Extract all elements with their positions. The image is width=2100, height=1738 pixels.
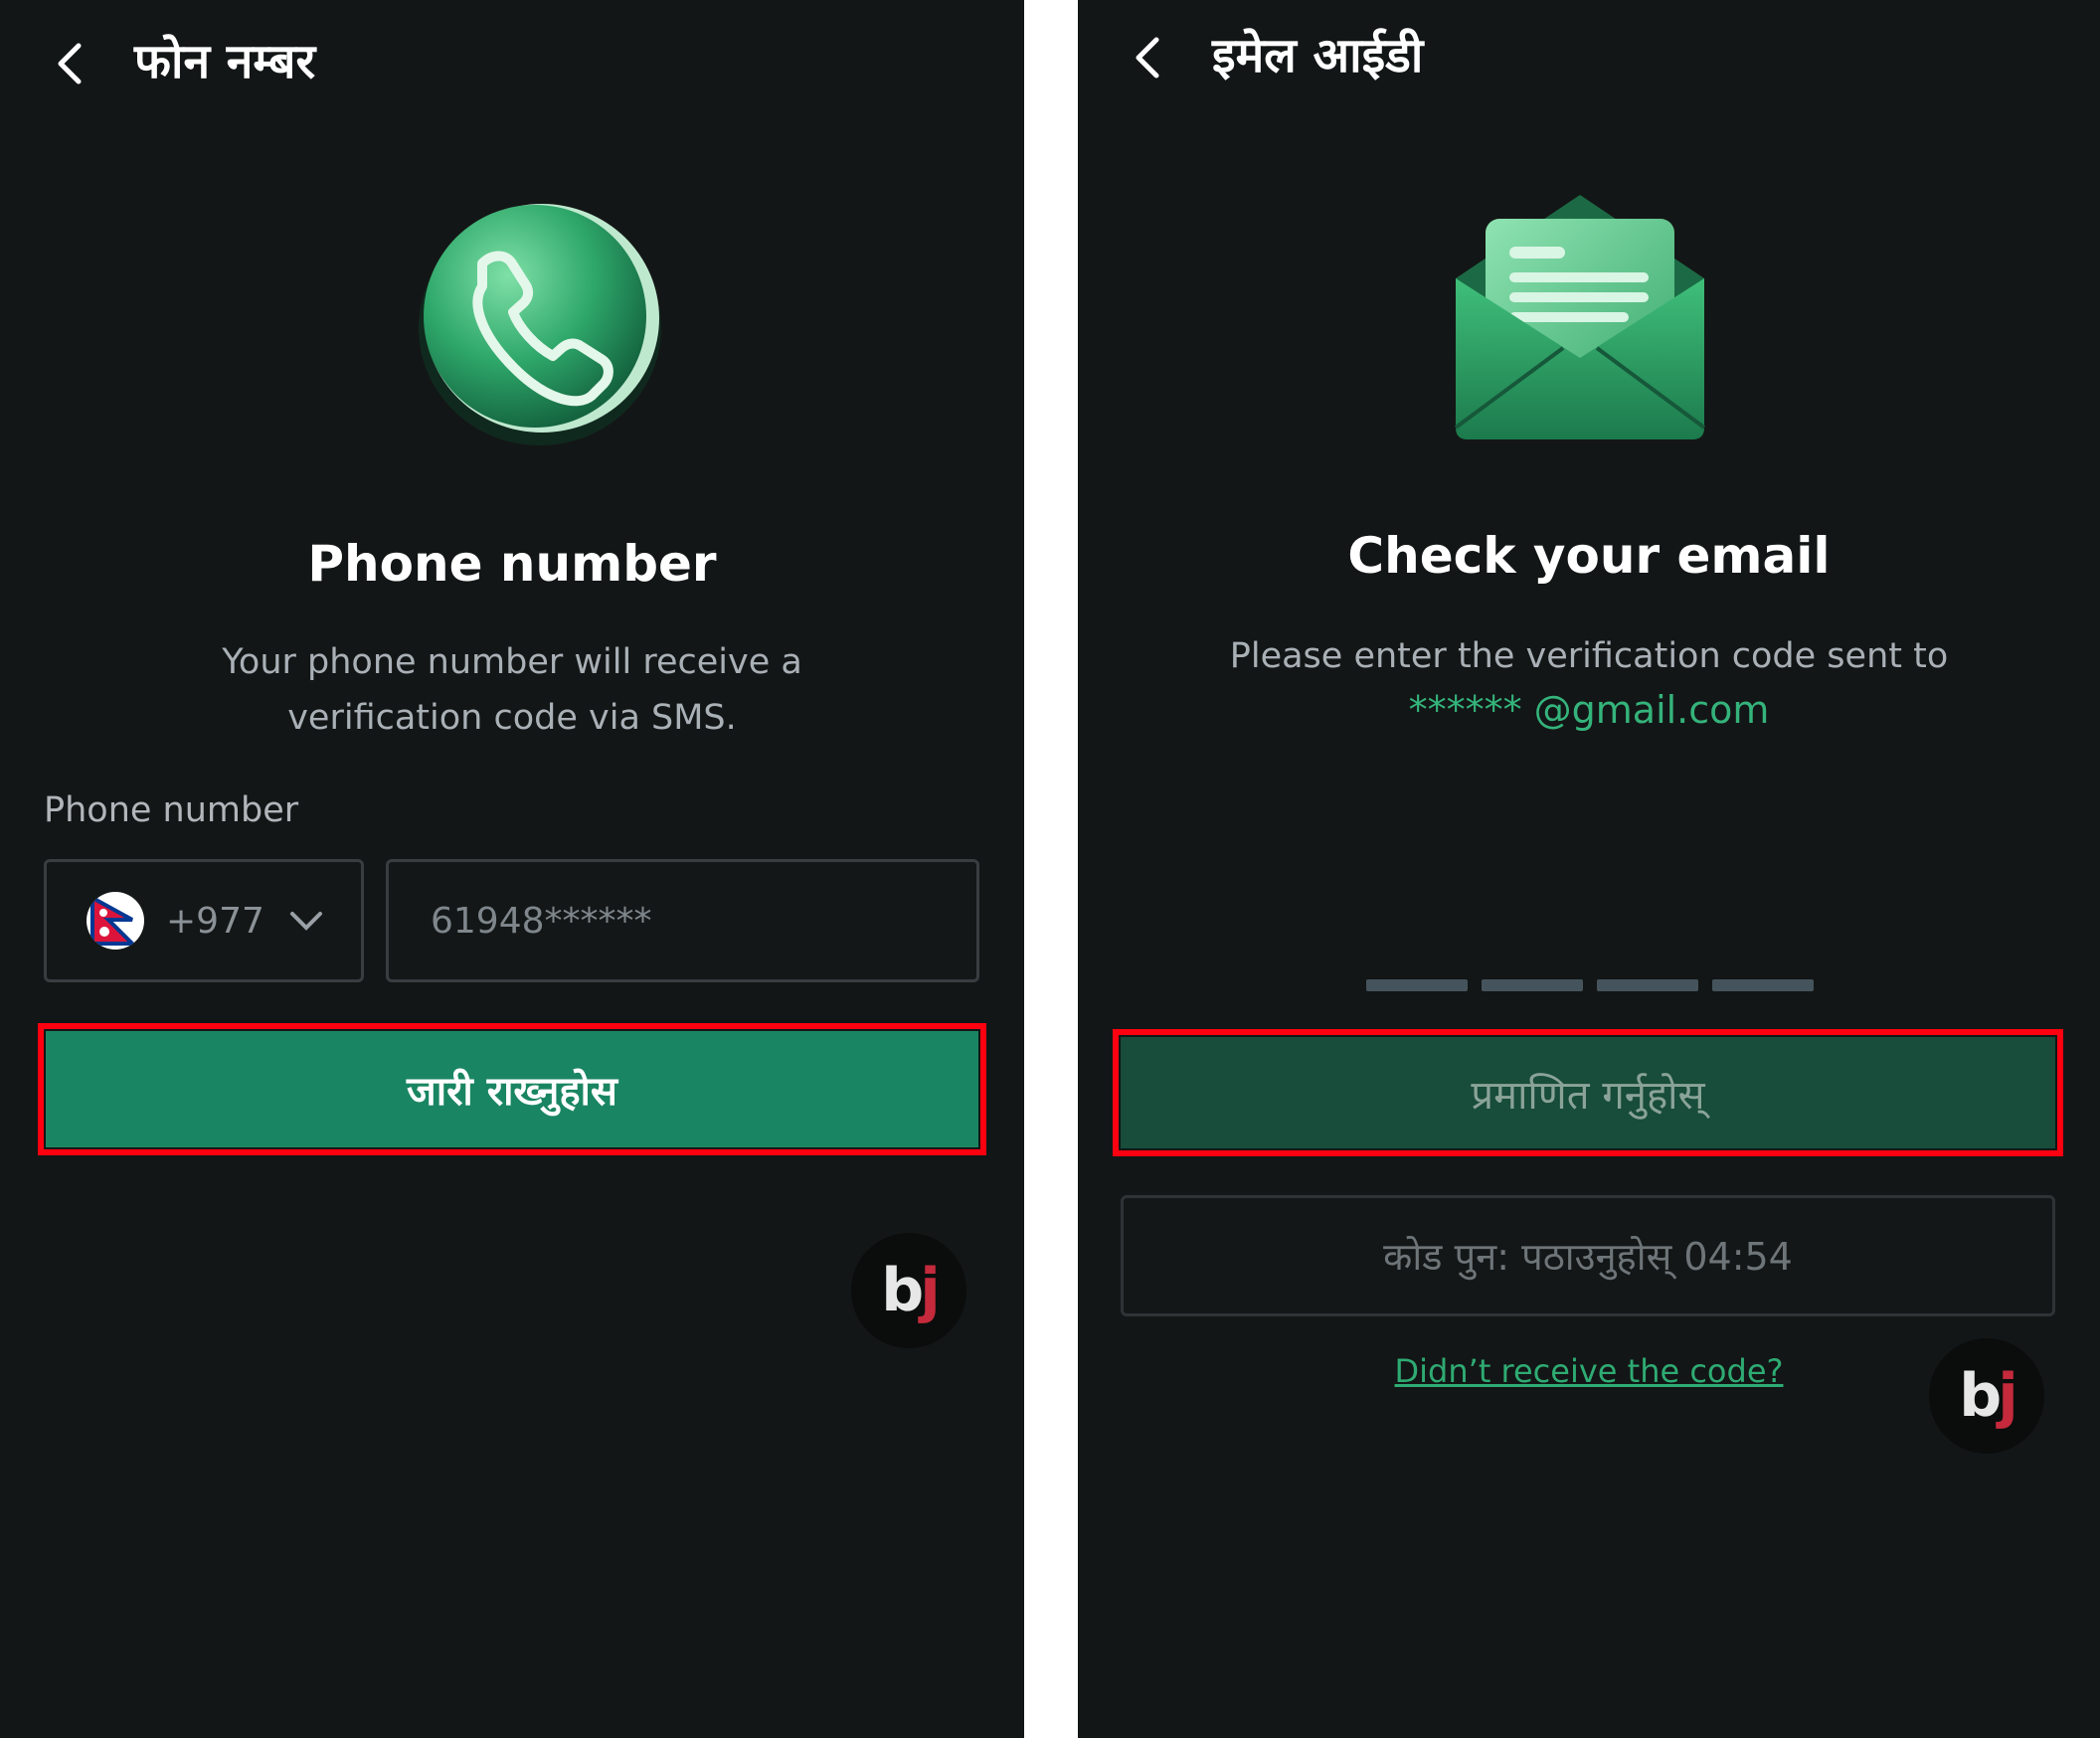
bj-logo: b — [881, 1256, 924, 1325]
continue-button[interactable]: जारी राख्नुहोस — [46, 1031, 978, 1147]
country-code: +977 — [166, 900, 264, 942]
nepal-flag-icon — [87, 892, 144, 950]
country-code-select[interactable]: +977 — [44, 859, 364, 982]
chevron-down-icon — [289, 912, 322, 931]
header-title: इमेल आईडी — [1212, 28, 1424, 84]
back-arrow-icon[interactable] — [40, 34, 99, 93]
bj-logo: b — [1959, 1361, 2002, 1431]
email-verification-screen: इमेल आईडी Check your email Please enter … — [1078, 0, 2100, 1738]
back-arrow-icon[interactable] — [1118, 28, 1177, 87]
envelope-icon — [1446, 189, 1714, 457]
phone-number-input[interactable] — [429, 899, 930, 943]
phone-number-field[interactable] — [386, 859, 979, 982]
code-digit-slot[interactable] — [1482, 979, 1583, 991]
code-digit-slot[interactable] — [1597, 979, 1698, 991]
resend-code-button[interactable]: कोड पुन: पठाउनुहोस् 04:54 — [1121, 1195, 2055, 1316]
page-title: Phone number — [307, 535, 717, 593]
header-title: फोन नम्बर — [134, 34, 316, 89]
code-digit-slot[interactable] — [1712, 979, 1814, 991]
phone-number-screen: फोन नम्बर Phone number Your phone number… — [0, 0, 1024, 1738]
page-title: Check your email — [1347, 527, 1831, 585]
field-label: Phone number — [44, 790, 299, 830]
description-line-2: verification code via SMS. — [287, 698, 737, 738]
code-digit-slot[interactable] — [1366, 979, 1468, 991]
bj-logo-button[interactable]: bj — [851, 1233, 966, 1348]
verify-button[interactable]: प्रमाणित गर्नुहोस् — [1121, 1037, 2055, 1148]
description-line-1: Your phone number will receive a — [222, 642, 802, 682]
masked-email: ****** @gmail.com — [1408, 688, 1770, 732]
description: Please enter the verification code sent … — [1229, 636, 1949, 676]
phone-icon — [393, 199, 671, 447]
bj-logo-button[interactable]: bj — [1929, 1338, 2044, 1454]
